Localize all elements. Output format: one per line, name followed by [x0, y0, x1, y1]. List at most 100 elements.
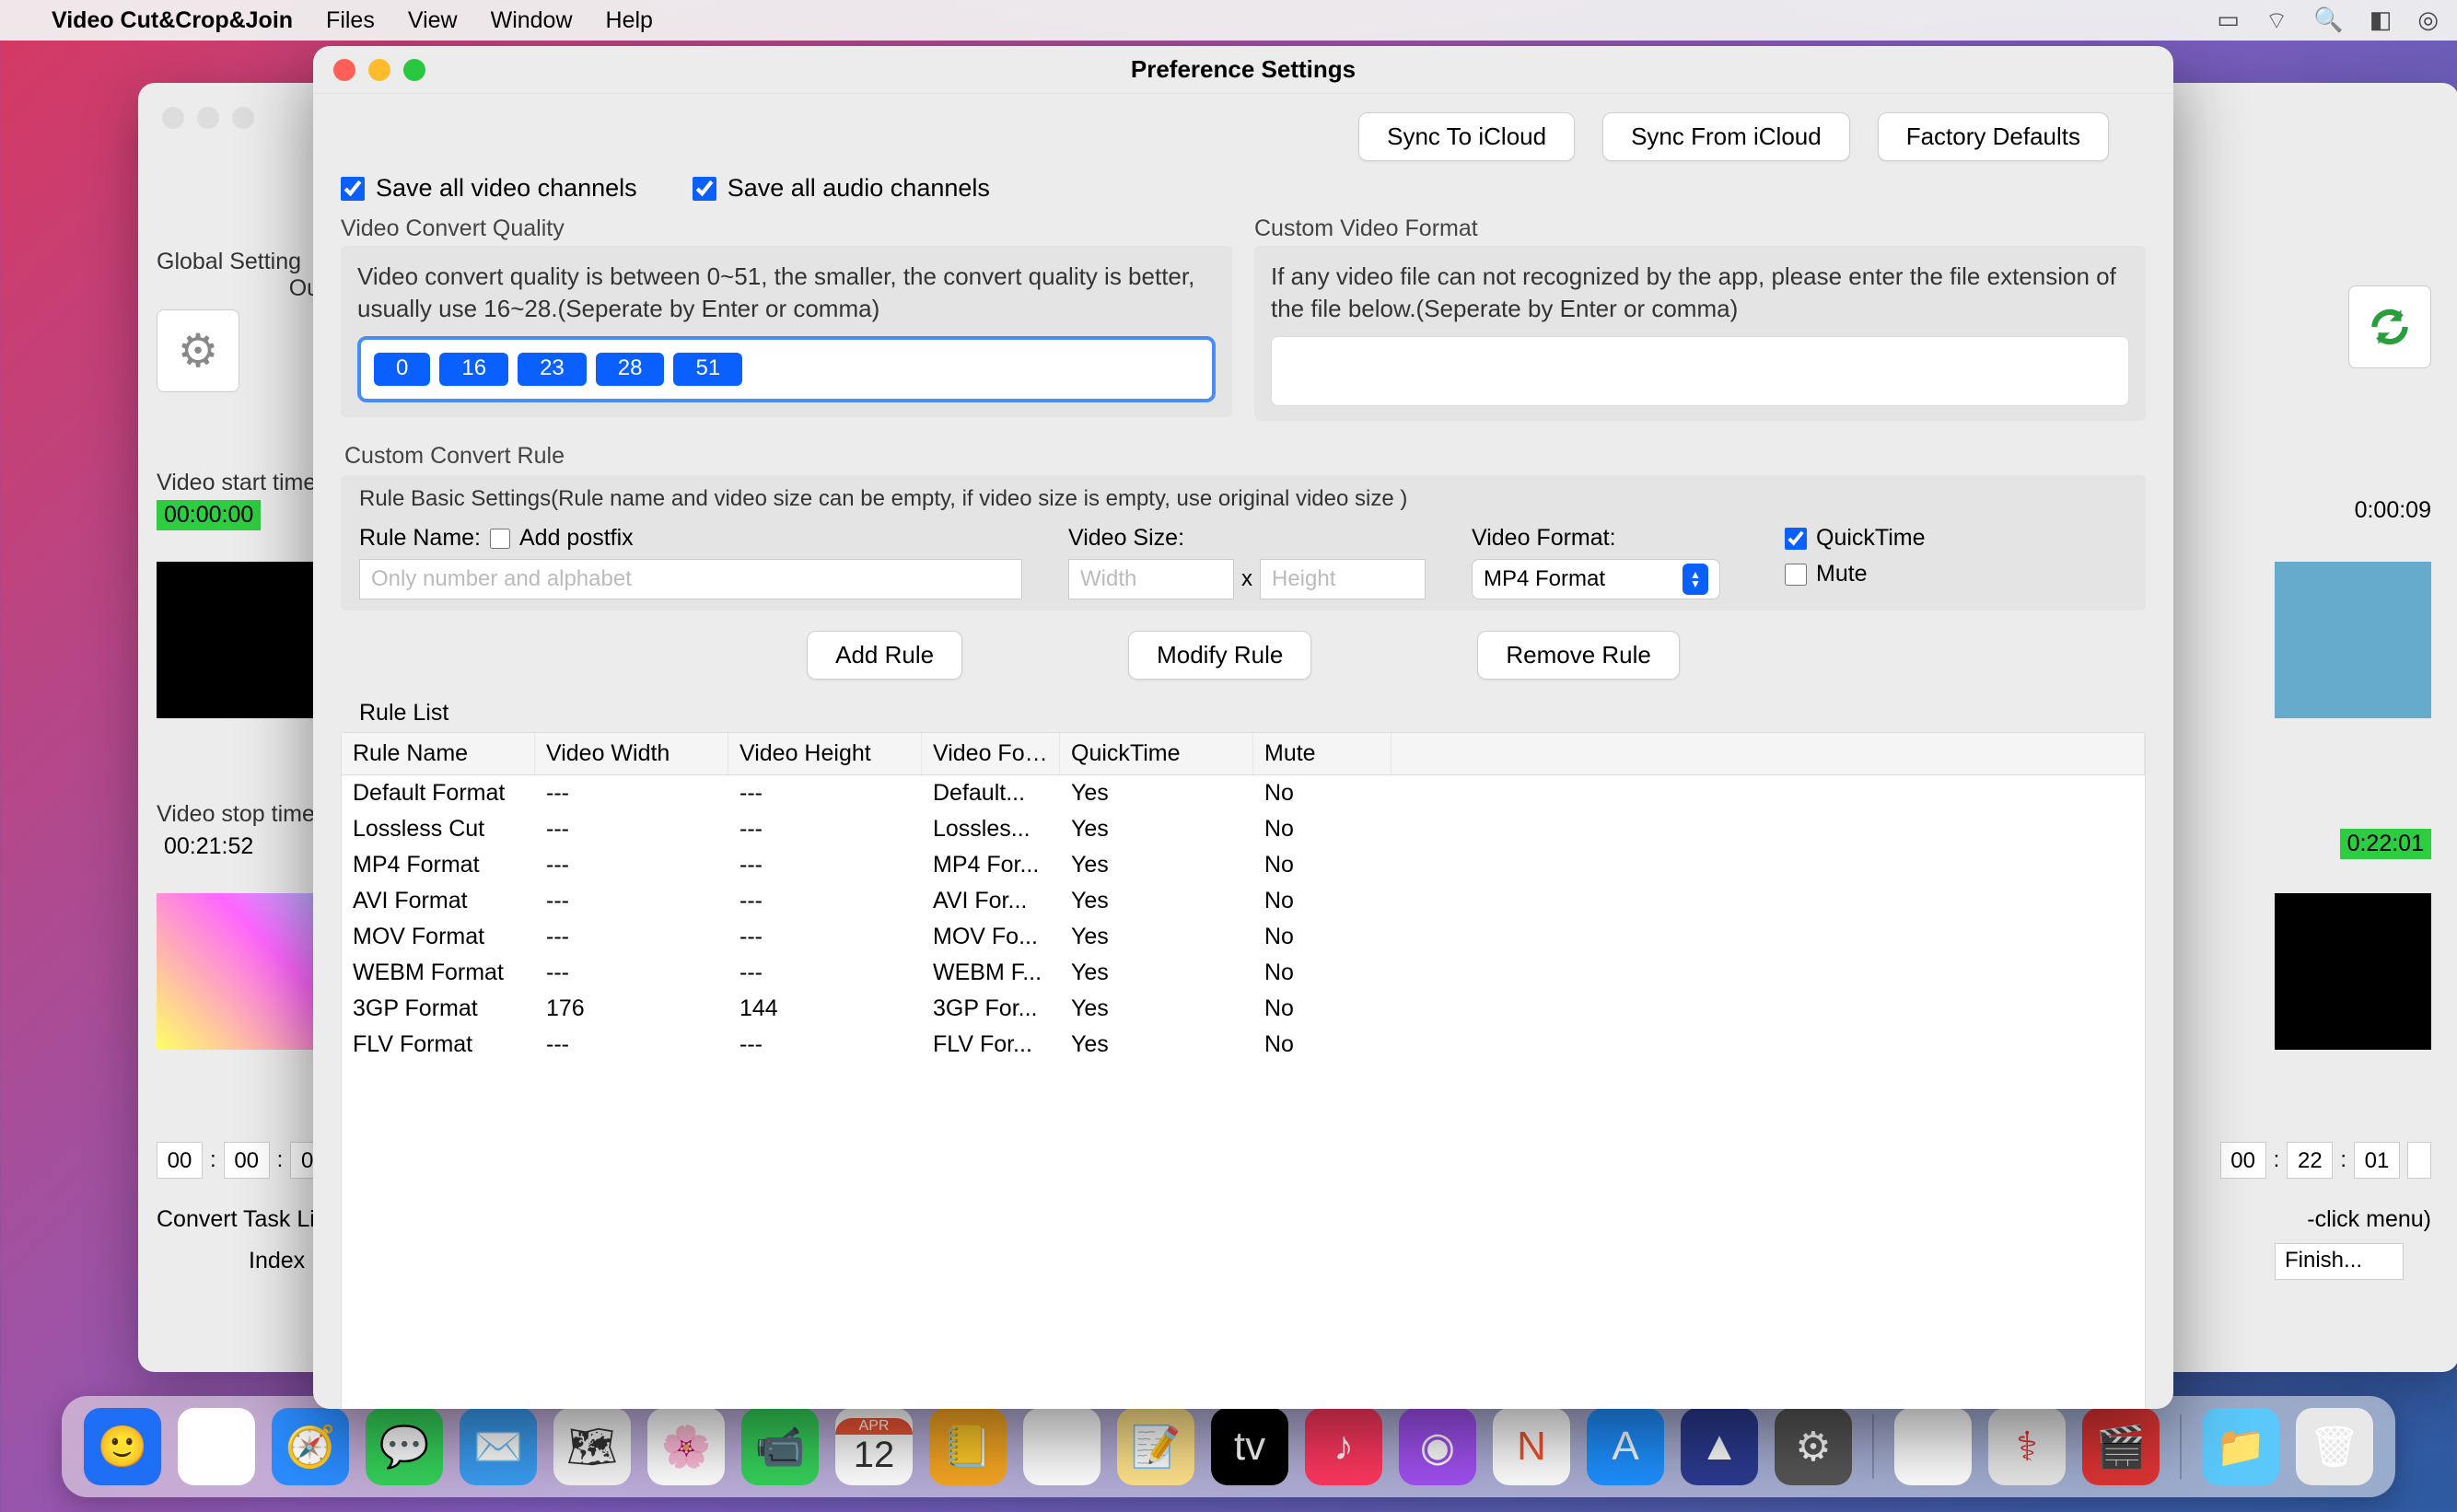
table-row[interactable]: WEBM Format------WEBM F...YesNo: [342, 955, 2145, 991]
rule-name-input[interactable]: [359, 559, 1022, 599]
sync-from-icloud-button[interactable]: Sync From iCloud: [1602, 112, 1850, 161]
photos-icon[interactable]: 🌸: [647, 1408, 725, 1485]
save-audio-channels-checkbox[interactable]: Save all audio channels: [693, 174, 990, 203]
remove-rule-button[interactable]: Remove Rule: [1477, 631, 1680, 680]
col-video-width[interactable]: Video Width: [535, 733, 728, 774]
table-row[interactable]: Lossless Cut------Lossles...YesNo: [342, 811, 2145, 847]
music-icon[interactable]: ♪: [1305, 1408, 1382, 1485]
maximize-icon[interactable]: [403, 59, 425, 81]
menu-files[interactable]: Files: [326, 7, 375, 34]
col-mute[interactable]: Mute: [1253, 733, 1392, 774]
save-video-channels-input[interactable]: [341, 177, 365, 201]
minimize-icon[interactable]: [368, 59, 390, 81]
col-video-format[interactable]: Video For...: [922, 733, 1060, 774]
quality-token[interactable]: 0: [374, 353, 430, 386]
add-postfix-checkbox[interactable]: [490, 529, 510, 549]
finder-icon[interactable]: 🙂: [84, 1408, 161, 1485]
control-center-icon[interactable]: ▭: [2217, 6, 2240, 36]
factory-defaults-button[interactable]: Factory Defaults: [1878, 112, 2109, 161]
table-cell: WEBM Format: [342, 955, 535, 991]
settings-icon[interactable]: ⚙: [1775, 1408, 1852, 1485]
calendar-icon[interactable]: APR 12: [835, 1408, 913, 1485]
custom-format-field[interactable]: [1271, 336, 2129, 406]
app2-icon[interactable]: 🖼: [1894, 1408, 1972, 1485]
dock: 🙂 ▦ 🧭 💬 ✉️ 🗺 🌸 📹 APR 12 📒 ☑ 📝 tv ♪ ◉ N A…: [62, 1396, 2395, 1497]
quality-token[interactable]: 28: [596, 353, 665, 386]
table-row[interactable]: MP4 Format------MP4 For...YesNo: [342, 847, 2145, 883]
safari-icon[interactable]: 🧭: [272, 1408, 349, 1485]
spotlight-icon[interactable]: 🔍: [2313, 6, 2343, 36]
quicktime-input[interactable]: [1785, 528, 1807, 550]
stepper-mm[interactable]: 00: [224, 1142, 270, 1179]
tv-icon[interactable]: tv: [1211, 1408, 1288, 1485]
convert-task-label: Convert Task Lis: [157, 1206, 326, 1233]
maps-icon[interactable]: 🗺: [553, 1408, 631, 1485]
x-separator: x: [1241, 566, 1252, 592]
stepper-buttons[interactable]: [2407, 1142, 2431, 1179]
traffic-lights[interactable]: [333, 59, 425, 81]
quality-token[interactable]: 51: [673, 353, 742, 386]
stepper-mm[interactable]: 22: [2287, 1142, 2333, 1179]
height-input[interactable]: [1260, 559, 1426, 599]
sync-to-icloud-button[interactable]: Sync To iCloud: [1358, 112, 1575, 161]
stepper-hh[interactable]: 00: [157, 1142, 203, 1179]
width-input[interactable]: [1068, 559, 1234, 599]
trash-icon[interactable]: 🗑: [2296, 1408, 2373, 1485]
refresh-button[interactable]: [2348, 285, 2431, 368]
quality-token[interactable]: 16: [439, 353, 508, 386]
app1-icon[interactable]: ▲: [1681, 1408, 1758, 1485]
video-stop-label: Video stop time: [157, 801, 315, 828]
downloads-icon[interactable]: 📁: [2202, 1408, 2279, 1485]
mail-icon[interactable]: ✉️: [460, 1408, 537, 1485]
mute-input[interactable]: [1785, 564, 1807, 586]
reminders-icon[interactable]: ☑: [1023, 1408, 1100, 1485]
menu-window[interactable]: Window: [491, 7, 573, 34]
stepper-ss[interactable]: 01: [2354, 1142, 2400, 1179]
table-cell: Yes: [1060, 1027, 1253, 1063]
help-icon[interactable]: ◎: [2417, 6, 2439, 36]
app4-icon[interactable]: 🎬: [2082, 1408, 2160, 1485]
table-row[interactable]: MOV Format------MOV Fo...YesNo: [342, 919, 2145, 955]
save-video-channels-label: Save all video channels: [376, 174, 637, 203]
save-audio-channels-input[interactable]: [693, 177, 716, 201]
col-video-height[interactable]: Video Height: [728, 733, 922, 774]
appstore-icon[interactable]: A: [1587, 1408, 1664, 1485]
calendar-day: 12: [854, 1435, 895, 1476]
app3-icon[interactable]: ⚕: [1988, 1408, 2066, 1485]
toggle-icon[interactable]: ◧: [2370, 6, 2393, 36]
close-icon[interactable]: [333, 59, 355, 81]
mute-checkbox[interactable]: Mute: [1785, 561, 1926, 587]
news-icon[interactable]: N: [1493, 1408, 1570, 1485]
rule-list-table: Rule Name Video Width Video Height Video…: [341, 732, 2146, 1409]
wifi-icon[interactable]: ⌔: [2265, 6, 2288, 36]
table-row[interactable]: FLV Format------FLV For...YesNo: [342, 1027, 2145, 1063]
table-row[interactable]: Default Format------Default...YesNo: [342, 775, 2145, 811]
table-row[interactable]: 3GP Format1761443GP For...YesNo: [342, 991, 2145, 1027]
video-format-select[interactable]: MP4 Format ▲▼: [1472, 559, 1720, 599]
app-name[interactable]: Video Cut&Crop&Join: [52, 7, 293, 34]
settings-gear-icon[interactable]: ⚙: [157, 309, 239, 392]
col-rule-name[interactable]: Rule Name: [342, 733, 535, 774]
modify-rule-button[interactable]: Modify Rule: [1128, 631, 1311, 680]
save-video-channels-checkbox[interactable]: Save all video channels: [341, 174, 637, 203]
time-stepper-right[interactable]: 00: 22: 01: [2220, 1142, 2431, 1179]
quality-token[interactable]: 23: [518, 353, 587, 386]
messages-icon[interactable]: 💬: [366, 1408, 443, 1485]
stepper-hh[interactable]: 00: [2220, 1142, 2266, 1179]
rule-list-title: Rule List: [359, 700, 2146, 727]
menu-help[interactable]: Help: [606, 7, 653, 34]
launchpad-icon[interactable]: ▦: [178, 1408, 255, 1485]
thumbnail-right-1: [2275, 562, 2431, 718]
quicktime-checkbox[interactable]: QuickTime: [1785, 525, 1926, 552]
video-stop-time: 00:21:52: [157, 832, 261, 862]
col-quicktime[interactable]: QuickTime: [1060, 733, 1253, 774]
podcasts-icon[interactable]: ◉: [1399, 1408, 1476, 1485]
quality-token-field[interactable]: 0 16 23 28 51: [357, 336, 1216, 402]
facetime-icon[interactable]: 📹: [741, 1408, 819, 1485]
table-row[interactable]: AVI Format------AVI For...YesNo: [342, 883, 2145, 919]
table-cell: MOV Format: [342, 919, 535, 955]
notes-icon[interactable]: 📝: [1117, 1408, 1194, 1485]
add-rule-button[interactable]: Add Rule: [807, 631, 962, 680]
contacts-icon[interactable]: 📒: [929, 1408, 1007, 1485]
menu-view[interactable]: View: [408, 7, 458, 34]
